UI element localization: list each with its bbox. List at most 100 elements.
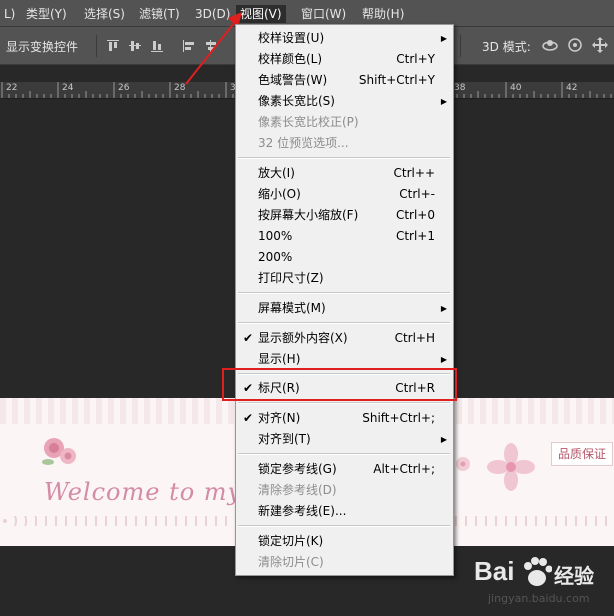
ruler-label: 40 <box>510 83 522 93</box>
menu-item-fit-on-screen[interactable]: 按屏幕大小缩放(F) Ctrl+0 <box>236 205 453 226</box>
align-top-icon[interactable] <box>106 39 120 53</box>
menu-item-lock-guides[interactable]: 锁定参考线(G) Alt+Ctrl+; <box>236 459 453 480</box>
menu-item-zoom-in[interactable]: 放大(I) Ctrl++ <box>236 163 453 184</box>
submenu-arrow-icon: ▶ <box>440 435 447 444</box>
ruler-label: 22 <box>6 83 18 93</box>
menu-item-proof-setup[interactable]: 校样设置(U) ▶ <box>236 28 453 49</box>
menu-help[interactable]: 帮助(H) <box>358 5 408 23</box>
menu-item-pixel-aspect-ratio[interactable]: 像素长宽比(S) ▶ <box>236 91 453 112</box>
view-menu-dropdown: 校样设置(U) ▶ 校样颜色(L) Ctrl+Y 色域警告(W) Shift+Ctrl… <box>235 24 454 576</box>
menu-item-clear-slices: 清除切片(C) <box>236 552 453 573</box>
menu-item-label: 像素长宽比校正(P) <box>258 115 359 129</box>
menu-item-label: 清除参考线(D) <box>258 483 337 497</box>
menu-item-proof-colors[interactable]: 校样颜色(L) Ctrl+Y <box>236 49 453 70</box>
menu-image-partial[interactable]: L) <box>0 5 19 23</box>
menu-item-label: 锁定切片(K) <box>258 534 324 548</box>
watermark-brand: Bai <box>474 556 515 586</box>
menu-item-label: 放大(I) <box>258 166 295 180</box>
rotate-3d-icon[interactable] <box>565 35 585 55</box>
align-bottom-icon[interactable] <box>150 39 164 53</box>
menu-divider <box>238 525 450 527</box>
menu-item-label: 缩小(O) <box>258 187 301 201</box>
menu-item-label: 打印尺寸(Z) <box>258 271 324 285</box>
watermark-suffix: 经验 <box>554 564 594 588</box>
menu-item-shortcut: Ctrl+Y <box>396 52 435 66</box>
menu-item-label: 色域警告(W) <box>258 73 328 87</box>
watermark-url: jingyan.baidu.com <box>488 592 590 605</box>
ruler-label: 42 <box>566 83 578 93</box>
quality-guarantee-tag: 品质保证 <box>551 442 614 466</box>
menu-divider <box>238 453 450 455</box>
submenu-arrow-icon: ▶ <box>440 355 447 364</box>
menu-item-label: 对齐(N) <box>258 411 301 425</box>
options-divider <box>460 35 461 57</box>
submenu-arrow-icon: ▶ <box>440 97 447 106</box>
menu-item-shortcut: Ctrl++ <box>393 166 435 180</box>
menu-item-label: 按屏幕大小缩放(F) <box>258 208 359 222</box>
menu-item-label: 像素长宽比(S) <box>258 94 335 108</box>
flower-icon <box>487 443 535 491</box>
menu-item-label: 对齐到(T) <box>258 432 311 446</box>
menu-divider <box>238 402 450 404</box>
menu-item-label: 显示额外内容(X) <box>258 331 348 345</box>
menu-item-label: 100% <box>258 229 293 243</box>
menu-divider <box>238 157 450 159</box>
menu-item-snap[interactable]: ✔ 对齐(N) Shift+Ctrl+; <box>236 408 453 429</box>
options-divider <box>96 35 97 57</box>
rose-icon <box>42 438 76 465</box>
menu-item-show[interactable]: 显示(H) ▶ <box>236 349 453 370</box>
show-transform-controls-label[interactable]: 显示变换控件 <box>6 38 78 55</box>
submenu-arrow-icon: ▶ <box>440 304 447 313</box>
align-vcenter-icon[interactable] <box>128 39 142 53</box>
baidu-watermark: Bai 经验 jingyan.baidu.com <box>468 548 608 610</box>
menu-item-shortcut: Ctrl+0 <box>395 208 435 222</box>
menu-item-extras[interactable]: ✔ 显示额外内容(X) Ctrl+H <box>236 328 453 349</box>
menu-item-lock-slices[interactable]: 锁定切片(K) <box>236 531 453 552</box>
ruler-label: 26 <box>118 83 130 93</box>
menu-bar: L) 类型(Y) 选择(S) 滤镜(T) 3D(D) 视图(V) 窗口(W) 帮… <box>0 0 614 27</box>
welcome-text: Welcome to my <box>44 478 243 506</box>
menu-item-200-percent[interactable]: 200% <box>236 247 453 268</box>
menu-select[interactable]: 选择(S) <box>80 5 129 23</box>
menu-item-label: 锁定参考线(G) <box>258 462 337 476</box>
menu-item-new-guide[interactable]: 新建参考线(E)... <box>236 501 453 522</box>
submenu-arrow-icon: ▶ <box>440 34 447 43</box>
menu-item-shortcut: Ctrl+1 <box>395 229 435 243</box>
menu-item-snap-to[interactable]: 对齐到(T) ▶ <box>236 429 453 450</box>
menu-item-screen-mode[interactable]: 屏幕模式(M) ▶ <box>236 298 453 319</box>
menu-item-label: 200% <box>258 250 293 264</box>
menu-item-label: 32 位预览选项... <box>258 136 349 150</box>
menu-item-gamut-warning[interactable]: 色域警告(W) Shift+Ctrl+Y <box>236 70 453 91</box>
check-icon: ✔ <box>242 411 254 425</box>
menu-item-print-size[interactable]: 打印尺寸(Z) <box>236 268 453 289</box>
menu-item-clear-guides: 清除参考线(D) <box>236 480 453 501</box>
menu-item-label: 校样设置(U) <box>258 31 325 45</box>
ruler-label: 38 <box>454 83 466 93</box>
paw-icon <box>524 557 552 586</box>
3d-mode-label: 3D 模式: <box>482 40 531 54</box>
menu-item-32bit-preview: 32 位预览选项... <box>236 133 453 154</box>
menu-item-zoom-out[interactable]: 缩小(O) Ctrl+- <box>236 184 453 205</box>
menu-divider <box>238 292 450 294</box>
pan-3d-icon[interactable] <box>590 35 610 55</box>
menu-item-label: 校样颜色(L) <box>258 52 323 66</box>
check-icon: ✔ <box>242 331 254 345</box>
menu-filter[interactable]: 滤镜(T) <box>135 5 184 23</box>
menu-item-shortcut: Ctrl+H <box>394 331 435 345</box>
ruler-label: 24 <box>62 83 74 93</box>
menu-item-shortcut: Ctrl+- <box>399 187 435 201</box>
menu-divider <box>238 322 450 324</box>
menu-item-label: 新建参考线(E)... <box>258 504 347 518</box>
menu-item-100-percent[interactable]: 100% Ctrl+1 <box>236 226 453 247</box>
menu-item-label: 显示(H) <box>258 352 301 366</box>
menu-item-shortcut: Shift+Ctrl+; <box>362 411 435 425</box>
small-flower-icon <box>456 457 470 471</box>
orbit-3d-icon[interactable] <box>540 35 560 55</box>
menu-type[interactable]: 类型(Y) <box>22 5 71 23</box>
highlight-box <box>222 368 457 401</box>
menu-item-shortcut: Alt+Ctrl+; <box>373 462 435 476</box>
menu-item-label: 清除切片(C) <box>258 555 324 569</box>
menu-item-shortcut: Shift+Ctrl+Y <box>358 73 435 87</box>
menu-item-pixel-aspect-correction: 像素长宽比校正(P) <box>236 112 453 133</box>
menu-window[interactable]: 窗口(W) <box>297 5 350 23</box>
